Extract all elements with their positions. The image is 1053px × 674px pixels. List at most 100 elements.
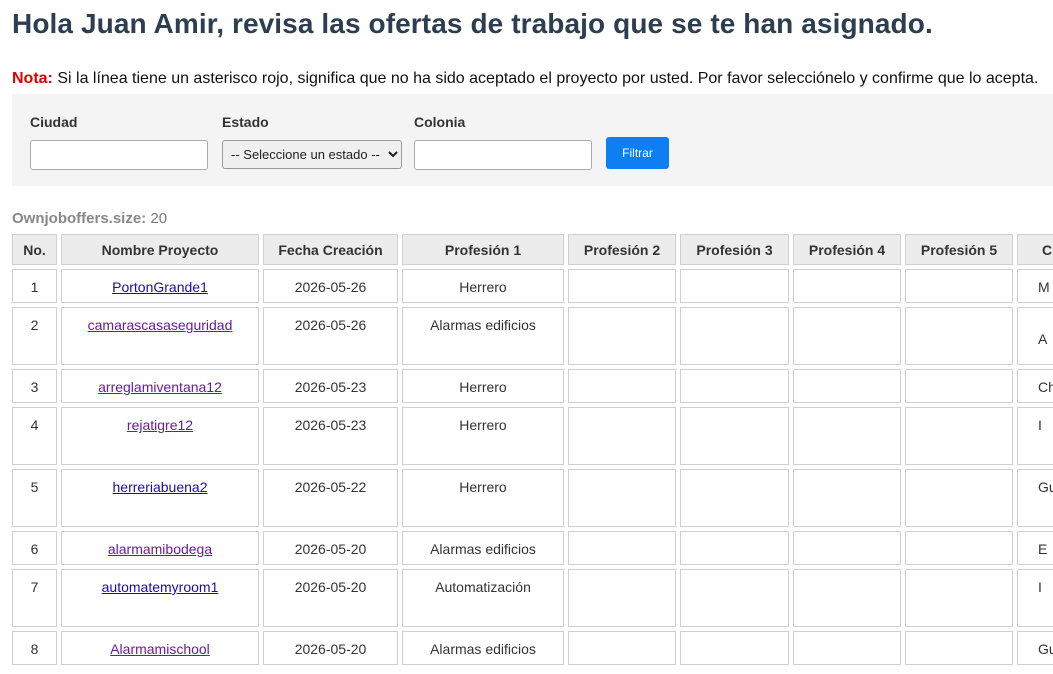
offers-size-value: 20 bbox=[150, 210, 168, 227]
prof1-cell: Alarmas edificios bbox=[402, 307, 564, 365]
col-header-prof5: Profesión 5 bbox=[905, 234, 1013, 265]
date-cell: 2026-05-20 bbox=[263, 631, 398, 665]
col-header-no: No. bbox=[12, 234, 57, 265]
prof4-cell bbox=[793, 269, 901, 303]
prof1-cell: Automatización bbox=[402, 569, 564, 627]
table-row: 5 herreriabuena2 2026-05-22 Herrero Gu bbox=[12, 469, 1053, 527]
date-cell: 2026-05-22 bbox=[263, 469, 398, 527]
prof2-cell bbox=[568, 407, 676, 465]
prof4-cell bbox=[793, 469, 901, 527]
prof4-cell bbox=[793, 531, 901, 565]
project-cell: automatemyroom1 bbox=[61, 569, 259, 627]
prof5-cell bbox=[905, 307, 1013, 365]
prof2-cell bbox=[568, 569, 676, 627]
colonia-label: Colonia bbox=[414, 114, 466, 130]
row-number: 1 bbox=[12, 269, 57, 303]
table-row: 3 arreglamiventana12 2026-05-23 Herrero … bbox=[12, 369, 1053, 403]
project-cell: herreriabuena2 bbox=[61, 469, 259, 527]
filter-button[interactable]: Filtrar bbox=[606, 137, 669, 169]
project-link[interactable]: automatemyroom1 bbox=[102, 579, 219, 595]
date-cell: 2026-05-20 bbox=[263, 569, 398, 627]
prof1-cell: Herrero bbox=[402, 369, 564, 403]
prof2-cell bbox=[568, 631, 676, 665]
prof1-cell: Herrero bbox=[402, 469, 564, 527]
prof5-cell bbox=[905, 531, 1013, 565]
prof2-cell bbox=[568, 307, 676, 365]
col-header-prof4: Profesión 4 bbox=[793, 234, 901, 265]
state-label: Estado bbox=[222, 114, 269, 130]
project-cell: rejatigre12 bbox=[61, 407, 259, 465]
project-link[interactable]: arreglamiventana12 bbox=[98, 379, 222, 395]
city-cell: A bbox=[1017, 307, 1053, 365]
city-cell: I bbox=[1017, 569, 1053, 627]
row-number: 3 bbox=[12, 369, 57, 403]
offers-size-label: Ownjoboffers.size: bbox=[12, 210, 147, 227]
prof4-cell bbox=[793, 407, 901, 465]
prof2-cell bbox=[568, 369, 676, 403]
filter-form: Ciudad Estado -- Seleccione un estado --… bbox=[12, 94, 1053, 186]
city-cell: Gu bbox=[1017, 469, 1053, 527]
prof1-cell: Alarmas edificios bbox=[402, 631, 564, 665]
table-row: 2 camarascasaseguridad 2026-05-26 Alarma… bbox=[12, 307, 1053, 365]
prof2-cell bbox=[568, 531, 676, 565]
project-cell: camarascasaseguridad bbox=[61, 307, 259, 365]
note: Nota: Si la línea tiene un asterisco roj… bbox=[12, 70, 1038, 88]
project-cell: alarmamibodega bbox=[61, 531, 259, 565]
project-link[interactable]: camarascasaseguridad bbox=[88, 317, 233, 333]
project-link[interactable]: Alarmamischool bbox=[110, 641, 210, 657]
row-number: 8 bbox=[12, 631, 57, 665]
prof5-cell bbox=[905, 407, 1013, 465]
city-cell: I bbox=[1017, 407, 1053, 465]
col-header-prof2: Profesión 2 bbox=[568, 234, 676, 265]
table-row: 4 rejatigre12 2026-05-23 Herrero I bbox=[12, 407, 1053, 465]
table-row: 6 alarmamibodega 2026-05-20 Alarmas edif… bbox=[12, 531, 1053, 565]
prof5-cell bbox=[905, 269, 1013, 303]
row-number: 4 bbox=[12, 407, 57, 465]
project-link[interactable]: rejatigre12 bbox=[127, 417, 193, 433]
table-row: 7 automatemyroom1 2026-05-20 Automatizac… bbox=[12, 569, 1053, 627]
row-number: 2 bbox=[12, 307, 57, 365]
prof4-cell bbox=[793, 369, 901, 403]
row-number: 6 bbox=[12, 531, 57, 565]
prof3-cell bbox=[680, 631, 789, 665]
prof5-cell bbox=[905, 631, 1013, 665]
prof4-cell bbox=[793, 569, 901, 627]
date-cell: 2026-05-26 bbox=[263, 269, 398, 303]
colonia-input[interactable] bbox=[414, 140, 592, 170]
project-link[interactable]: alarmamibodega bbox=[108, 541, 212, 557]
city-cell: Gu bbox=[1017, 631, 1053, 665]
state-select[interactable]: -- Seleccione un estado -- bbox=[222, 140, 402, 169]
prof3-cell bbox=[680, 407, 789, 465]
note-text: Si la línea tiene un asterisco rojo, sig… bbox=[52, 70, 1039, 87]
prof3-cell bbox=[680, 531, 789, 565]
table-row: 8 Alarmamischool 2026-05-20 Alarmas edif… bbox=[12, 631, 1053, 665]
prof3-cell bbox=[680, 269, 789, 303]
city-input[interactable] bbox=[30, 140, 208, 170]
col-header-date: Fecha Creación bbox=[263, 234, 398, 265]
project-link[interactable]: herreriabuena2 bbox=[113, 479, 208, 495]
prof5-cell bbox=[905, 469, 1013, 527]
date-cell: 2026-05-26 bbox=[263, 307, 398, 365]
prof3-cell bbox=[680, 569, 789, 627]
date-cell: 2026-05-20 bbox=[263, 531, 398, 565]
city-text: A bbox=[1038, 331, 1048, 347]
city-cell: E bbox=[1017, 531, 1053, 565]
prof3-cell bbox=[680, 307, 789, 365]
prof4-cell bbox=[793, 307, 901, 365]
col-header-city: C bbox=[1017, 234, 1053, 265]
prof2-cell bbox=[568, 269, 676, 303]
note-label: Nota: bbox=[12, 70, 53, 87]
prof4-cell bbox=[793, 631, 901, 665]
page-title: Hola Juan Amir, revisa las ofertas de tr… bbox=[12, 8, 933, 39]
col-header-prof1: Profesión 1 bbox=[402, 234, 564, 265]
col-header-project: Nombre Proyecto bbox=[61, 234, 259, 265]
prof5-cell bbox=[905, 569, 1013, 627]
col-header-prof3: Profesión 3 bbox=[680, 234, 789, 265]
offers-table: No. Nombre Proyecto Fecha Creación Profe… bbox=[8, 230, 1053, 669]
city-cell: Ch bbox=[1017, 369, 1053, 403]
project-link[interactable]: PortonGrande1 bbox=[112, 279, 208, 295]
colonia-filter: Colonia bbox=[414, 114, 592, 170]
prof2-cell bbox=[568, 469, 676, 527]
row-number: 5 bbox=[12, 469, 57, 527]
prof1-cell: Herrero bbox=[402, 407, 564, 465]
